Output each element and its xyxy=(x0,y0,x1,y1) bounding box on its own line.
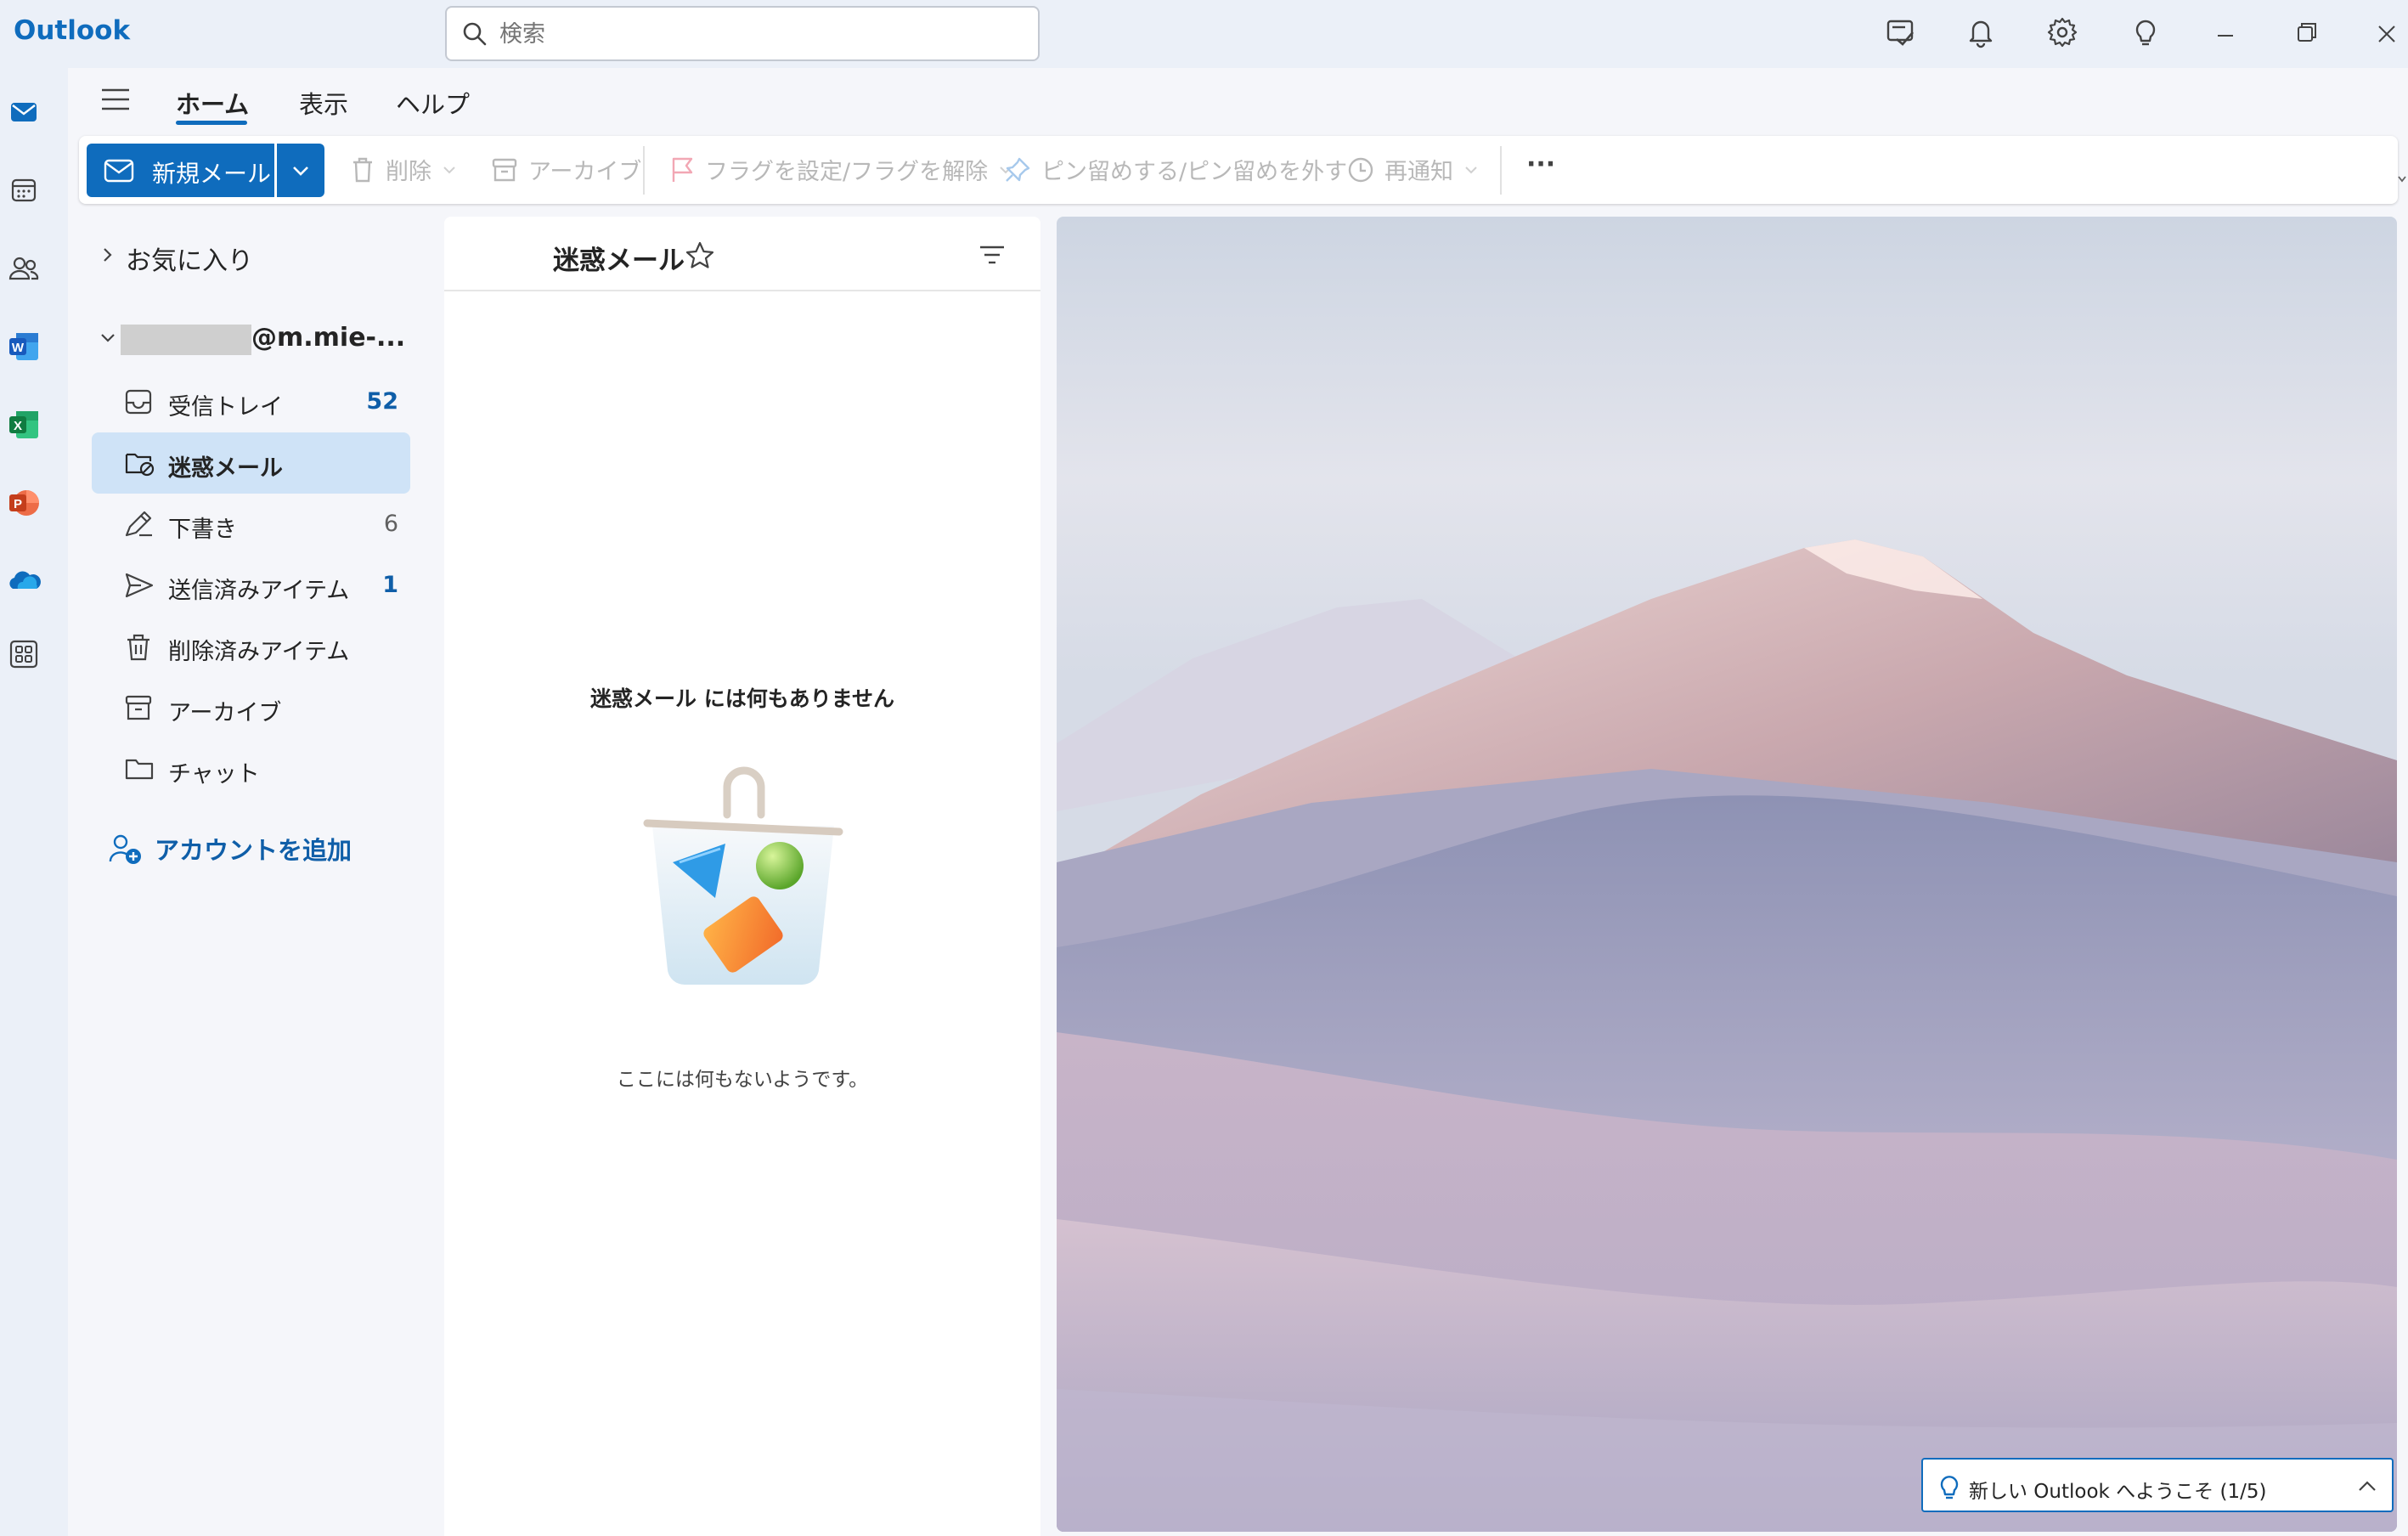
chevron-right-icon[interactable] xyxy=(98,245,116,265)
unread-count: 52 xyxy=(366,388,398,415)
close-icon[interactable] xyxy=(2370,15,2407,53)
search-box[interactable] xyxy=(445,6,1040,61)
mail-icon[interactable] xyxy=(0,88,48,136)
chevron-down-icon xyxy=(1465,166,1477,173)
empty-state-subtitle: ここには何もないようです。 xyxy=(616,1069,869,1091)
excel-icon[interactable]: X xyxy=(0,401,48,449)
chevron-down-icon[interactable] xyxy=(98,330,118,347)
tab-home[interactable]: ホーム xyxy=(176,85,249,121)
star-icon[interactable] xyxy=(685,240,715,269)
search-input[interactable] xyxy=(499,16,1009,52)
message-list: 迷惑メール 迷惑メール には何もありません ここには何もないようです。 xyxy=(444,217,1040,1536)
account-header[interactable]: @m.mie-... xyxy=(251,323,405,353)
archive-label: アーカイブ xyxy=(528,159,642,185)
archive-icon xyxy=(125,695,152,720)
onedrive-icon[interactable] xyxy=(0,557,48,605)
welcome-label: 新しい Outlook へようこそ (1/5) xyxy=(1969,1481,2267,1503)
search-icon xyxy=(463,22,487,46)
calendar-icon[interactable] xyxy=(0,167,48,214)
new-mail-label: 新規メール xyxy=(152,160,272,188)
folder-label: アーカイブ xyxy=(168,700,282,726)
delete-label: 削除 xyxy=(386,159,431,185)
unread-count: 6 xyxy=(383,511,398,537)
junk-icon xyxy=(125,453,155,477)
chevron-up-icon[interactable] xyxy=(2356,1477,2378,1495)
ribbon-expand-icon[interactable] xyxy=(2397,173,2407,185)
empty-state-title: 迷惑メール には何もありません xyxy=(590,686,894,711)
compose-note-icon[interactable] xyxy=(1884,15,1921,53)
pin-button[interactable]: ピン留めする/ピン留めを外す xyxy=(1004,153,1347,186)
lightbulb-icon[interactable] xyxy=(2129,15,2166,53)
pin-label: ピン留めする/ピン留めを外す xyxy=(1041,159,1348,185)
delete-button[interactable]: 削除 xyxy=(350,153,457,186)
ribbon-separator xyxy=(643,146,645,195)
folder-label: 迷惑メール xyxy=(168,455,283,482)
lightbulb-icon xyxy=(1940,1476,1959,1499)
archive-button[interactable]: アーカイブ xyxy=(491,153,641,186)
add-account-button[interactable]: アカウントを追加 xyxy=(109,831,352,867)
flag-button[interactable]: フラグを設定/フラグを解除 xyxy=(669,153,1013,186)
trash-icon xyxy=(353,157,372,182)
folder-label: 下書き xyxy=(168,517,237,543)
minimize-icon[interactable] xyxy=(2208,15,2246,53)
gear-icon[interactable] xyxy=(2045,15,2083,53)
favorites-header[interactable]: お気に入り xyxy=(126,240,253,277)
powerpoint-icon[interactable]: P xyxy=(0,479,48,527)
envelope-icon xyxy=(104,159,134,183)
svg-text:W: W xyxy=(12,341,25,355)
word-icon[interactable]: W xyxy=(0,323,48,370)
tab-view[interactable]: 表示 xyxy=(299,85,348,121)
chevron-down-icon xyxy=(293,167,308,176)
folder-item-archive[interactable]: アーカイブ xyxy=(92,677,410,738)
hamburger-menu-icon[interactable] xyxy=(100,87,131,112)
folder-item-drafts[interactable]: 下書き 6 xyxy=(92,494,410,555)
flag-icon xyxy=(672,157,693,182)
folder-title: 迷惑メール xyxy=(553,246,685,276)
snooze-label: 再通知 xyxy=(1384,159,1453,185)
reading-pane-wallpaper xyxy=(1057,217,2397,1532)
people-icon[interactable] xyxy=(0,245,48,292)
folder-icon xyxy=(125,759,154,780)
filter-icon[interactable] xyxy=(978,242,1007,268)
chevron-down-icon xyxy=(443,166,455,173)
folder-item-deleted[interactable]: 削除済みアイテム xyxy=(92,616,410,677)
draft-icon xyxy=(125,511,152,537)
folder-label: 受信トレイ xyxy=(168,394,283,421)
pin-icon xyxy=(1006,157,1030,182)
flag-label: フラグを設定/フラグを解除 xyxy=(705,159,989,185)
svg-text:X: X xyxy=(14,419,22,433)
archive-icon xyxy=(492,158,517,181)
trash-icon xyxy=(127,634,149,661)
folder-label: チャット xyxy=(168,761,260,788)
folder-label: 送信済みアイテム xyxy=(168,578,350,604)
sent-icon xyxy=(125,573,154,598)
message-list-header: 迷惑メール xyxy=(444,217,1040,291)
folder-item-junk[interactable]: 迷惑メール xyxy=(92,432,410,494)
new-mail-dropdown-button[interactable] xyxy=(277,144,324,197)
bell-icon[interactable] xyxy=(1964,15,2001,53)
tab-home-indicator xyxy=(176,121,247,125)
welcome-tour-bar[interactable]: 新しい Outlook へようこそ (1/5) xyxy=(1921,1458,2394,1512)
apps-icon[interactable] xyxy=(0,630,48,678)
inbox-icon xyxy=(125,389,152,415)
tab-help[interactable]: ヘルプ xyxy=(396,85,470,121)
unread-count: 1 xyxy=(382,572,398,598)
empty-basket-illustration xyxy=(643,766,843,985)
folder-item-sent[interactable]: 送信済みアイテム 1 xyxy=(92,555,410,616)
more-options-button[interactable]: ··· xyxy=(1526,150,1555,179)
new-mail-button[interactable]: 新規メール xyxy=(87,144,274,197)
add-account-label: アカウントを追加 xyxy=(155,836,352,865)
app-title: Outlook xyxy=(14,15,131,46)
svg-text:P: P xyxy=(14,497,22,511)
clock-icon xyxy=(1348,157,1373,182)
snooze-button[interactable]: 再通知 xyxy=(1347,153,1479,186)
folder-item-inbox[interactable]: 受信トレイ 52 xyxy=(92,371,410,432)
redacted-account-name xyxy=(121,325,251,355)
add-person-icon xyxy=(109,834,141,864)
restore-icon[interactable] xyxy=(2290,15,2327,53)
ribbon-separator xyxy=(1500,146,1502,195)
folder-item-chat[interactable]: チャット xyxy=(92,738,410,799)
folder-label: 削除済みアイテム xyxy=(168,639,350,665)
